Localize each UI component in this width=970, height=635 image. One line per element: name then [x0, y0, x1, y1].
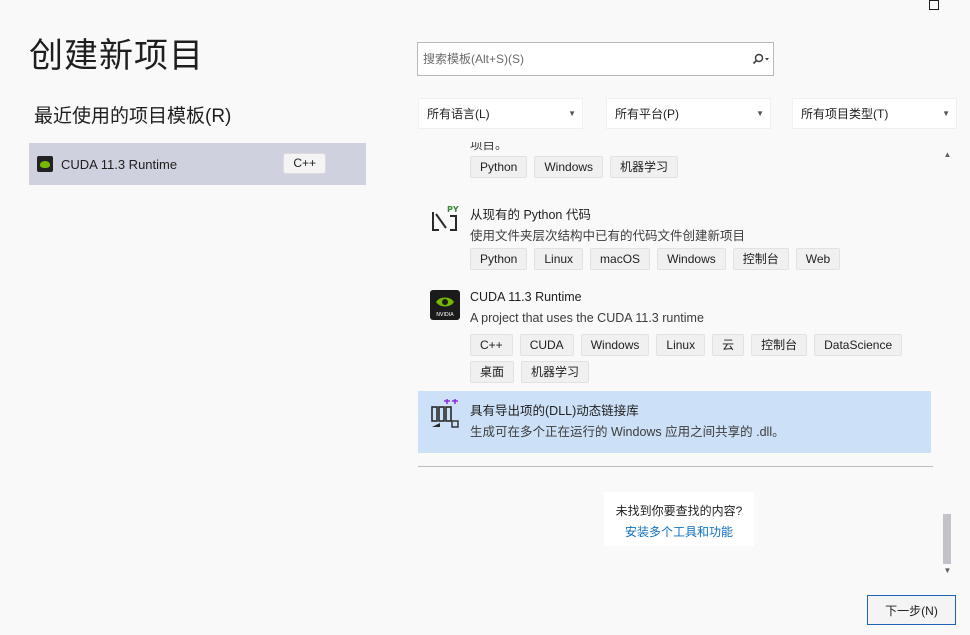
template-tag: Web — [795, 248, 841, 270]
project-type-filter-dropdown[interactable]: 所有项目类型(T) ▼ — [792, 98, 957, 129]
template-name: CUDA 11.3 Runtime — [470, 290, 582, 304]
project-type-filter-label: 所有项目类型(T) — [801, 107, 889, 121]
template-tag: 桌面 — [470, 361, 515, 383]
template-item[interactable]: 项目。 Python Windows 机器学习 — [418, 142, 931, 188]
next-button[interactable]: 下一步(N) — [867, 595, 956, 625]
template-tag: Python — [470, 248, 528, 270]
language-filter-label: 所有语言(L) — [427, 107, 490, 121]
template-tag: 机器学习 — [610, 156, 679, 178]
template-description: 使用文件夹层次结构中已有的代码文件创建新项目 — [470, 229, 746, 243]
recent-templates-heading: 最近使用的项目模板(R) — [34, 106, 232, 127]
template-tags: C++ CUDA Windows Linux 云 控制台 DataScience… — [470, 334, 910, 383]
template-item[interactable]: PY 从现有的 Python 代码 使用文件夹层次结构中已有的代码文件创建新项目… — [418, 200, 931, 282]
nvidia-icon: NVIDIA — [430, 290, 460, 320]
platform-filter-dropdown[interactable]: 所有平台(P) ▼ — [606, 98, 771, 129]
template-name: 具有导出项的(DLL)动态链接库 — [470, 404, 639, 418]
chevron-down-icon: ▼ — [942, 109, 950, 118]
template-description: A project that uses the CUDA 11.3 runtim… — [470, 311, 704, 325]
template-tag: macOS — [590, 248, 651, 270]
chevron-down-icon: ▼ — [756, 109, 764, 118]
template-item[interactable]: NVIDIA CUDA 11.3 Runtime A project that … — [418, 286, 931, 386]
template-tag: Windows — [657, 248, 726, 270]
recent-template-label: CUDA 11.3 Runtime — [61, 156, 178, 172]
page-title: 创建新项目 — [29, 37, 204, 75]
nvidia-icon — [37, 156, 53, 172]
template-name: 从现有的 Python 代码 — [470, 208, 591, 222]
template-tag: Linux — [534, 248, 584, 270]
template-tag: 机器学习 — [521, 361, 590, 383]
svg-text:PY: PY — [447, 205, 459, 214]
recent-template-tag: C++ — [283, 153, 326, 174]
template-tag: Windows — [580, 334, 650, 356]
recent-template-item[interactable]: CUDA 11.3 Runtime C++ — [29, 143, 366, 185]
template-tag: 云 — [712, 334, 745, 356]
install-tools-link[interactable]: 安装多个工具和功能 — [604, 523, 754, 540]
template-tags: Python Linux macOS Windows 控制台 Web — [470, 248, 910, 270]
template-tag: 控制台 — [732, 248, 789, 270]
template-tag: Linux — [656, 334, 706, 356]
python-from-code-icon: PY — [430, 204, 460, 234]
scrollbar-thumb[interactable] — [943, 514, 951, 564]
template-list-scrollbar[interactable]: ▲ ▼ — [940, 145, 955, 577]
platform-filter-label: 所有平台(P) — [615, 107, 679, 121]
template-tag: C++ — [470, 334, 513, 356]
search-box — [417, 42, 774, 76]
template-tag: Windows — [534, 156, 604, 178]
template-item-selected[interactable]: 具有导出项的(DLL)动态链接库 生成可在多个正在运行的 Windows 应用之… — [418, 391, 931, 453]
search-input[interactable] — [418, 52, 749, 66]
template-list: 项目。 Python Windows 机器学习 PY 从现有的 Python 代… — [418, 142, 933, 467]
scroll-down-icon[interactable]: ▼ — [940, 565, 955, 577]
svg-text:NVIDIA: NVIDIA — [436, 312, 454, 318]
language-filter-dropdown[interactable]: 所有语言(L) ▼ — [418, 98, 583, 129]
template-tags: Python Windows 机器学习 — [470, 156, 910, 178]
chevron-down-icon: ▼ — [568, 109, 576, 118]
template-description: 生成可在多个正在运行的 Windows 应用之间共享的 .dll。 — [470, 425, 785, 439]
template-tag: DataScience — [814, 334, 903, 356]
scroll-up-icon[interactable]: ▲ — [940, 149, 955, 161]
template-tag: Python — [470, 156, 528, 178]
template-tag: 控制台 — [751, 334, 808, 356]
not-found-question: 未找到你要查找的内容? — [615, 504, 743, 518]
window-restore-button[interactable] — [929, 0, 939, 10]
search-icon[interactable] — [749, 53, 773, 65]
template-description: 项目。 — [470, 142, 508, 152]
dll-icon — [430, 398, 460, 429]
not-found-panel: 未找到你要查找的内容? 安装多个工具和功能 — [604, 492, 754, 546]
template-tag: CUDA — [519, 334, 574, 356]
list-divider — [418, 466, 933, 467]
